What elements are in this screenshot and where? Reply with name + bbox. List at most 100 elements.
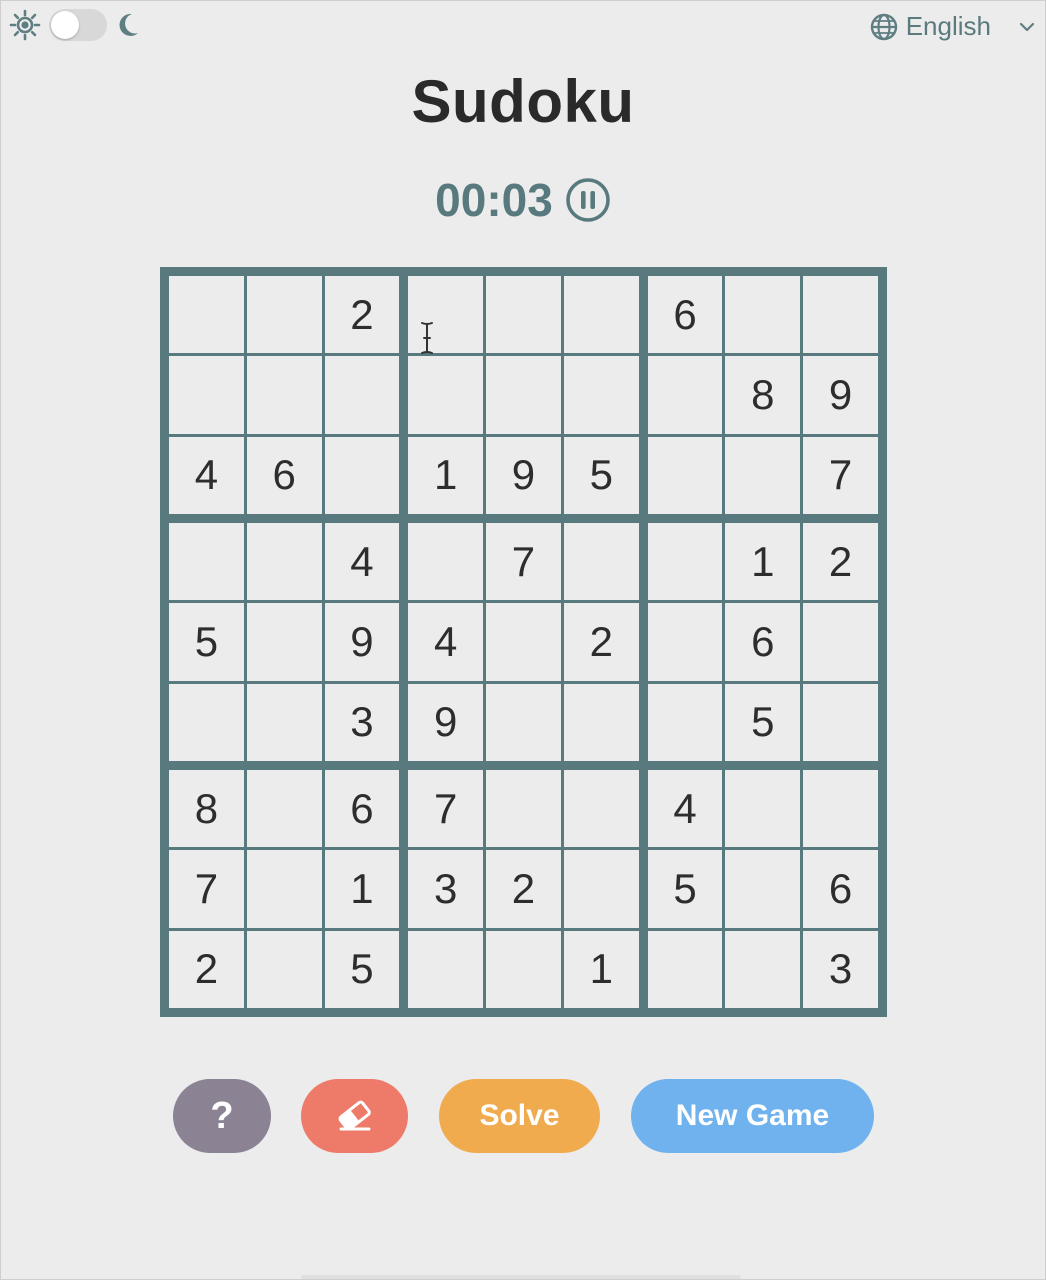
sudoku-cell[interactable] bbox=[169, 276, 244, 354]
sudoku-cell[interactable]: 2 bbox=[486, 850, 561, 928]
sudoku-board: 246195689745937429126586712573214563 bbox=[160, 267, 887, 1017]
sudoku-cell[interactable]: 1 bbox=[408, 436, 484, 514]
sudoku-box: 2 46 bbox=[169, 276, 400, 514]
sudoku-cell[interactable]: 5 bbox=[324, 930, 400, 1008]
sudoku-cell[interactable] bbox=[246, 683, 322, 761]
sudoku-cell[interactable] bbox=[246, 850, 322, 928]
sudoku-cell[interactable] bbox=[408, 356, 484, 434]
sudoku-box: 8 6 7 1 2 5 bbox=[169, 770, 400, 1008]
sudoku-cell[interactable] bbox=[486, 356, 561, 434]
sudoku-cell[interactable]: 9 bbox=[324, 603, 400, 681]
sudoku-cell[interactable]: 2 bbox=[324, 276, 400, 354]
dark-mode-toggle[interactable] bbox=[49, 9, 107, 41]
sudoku-cell[interactable]: 2 bbox=[169, 930, 244, 1008]
sudoku-cell[interactable] bbox=[803, 276, 878, 354]
eraser-icon bbox=[335, 1099, 375, 1133]
sudoku-cell[interactable] bbox=[725, 770, 801, 848]
solve-button[interactable]: Solve bbox=[439, 1079, 600, 1153]
sudoku-cell[interactable]: 1 bbox=[563, 930, 639, 1008]
sudoku-cell[interactable] bbox=[647, 603, 723, 681]
globe-icon bbox=[870, 13, 898, 41]
sudoku-cell[interactable] bbox=[324, 356, 400, 434]
sudoku-cell[interactable]: 3 bbox=[803, 930, 878, 1008]
hint-button[interactable]: ? bbox=[173, 1079, 271, 1153]
sudoku-cell[interactable]: 7 bbox=[803, 436, 878, 514]
timer-value: 00:03 bbox=[435, 174, 553, 226]
sudoku-cell[interactable] bbox=[486, 683, 561, 761]
sudoku-cell[interactable] bbox=[725, 436, 801, 514]
sudoku-cell[interactable]: 4 bbox=[408, 603, 484, 681]
sudoku-cell[interactable] bbox=[246, 770, 322, 848]
sudoku-cell[interactable] bbox=[246, 930, 322, 1008]
hint-button-label: ? bbox=[210, 1094, 234, 1137]
sudoku-cell[interactable]: 4 bbox=[169, 436, 244, 514]
sudoku-cell[interactable] bbox=[647, 523, 723, 601]
sudoku-cell[interactable] bbox=[725, 276, 801, 354]
sudoku-cell[interactable]: 8 bbox=[725, 356, 801, 434]
sudoku-cell[interactable] bbox=[647, 930, 723, 1008]
sudoku-cell[interactable] bbox=[647, 356, 723, 434]
sudoku-cell[interactable]: 7 bbox=[169, 850, 244, 928]
sudoku-cell[interactable] bbox=[246, 356, 322, 434]
sudoku-cell[interactable] bbox=[408, 930, 484, 1008]
language-selector[interactable]: English bbox=[870, 11, 1035, 42]
sudoku-cell[interactable]: 4 bbox=[324, 523, 400, 601]
pause-icon[interactable] bbox=[565, 177, 611, 223]
sudoku-cell[interactable] bbox=[647, 436, 723, 514]
sudoku-cell[interactable] bbox=[803, 770, 878, 848]
sudoku-cell[interactable] bbox=[169, 356, 244, 434]
sudoku-cell[interactable]: 5 bbox=[725, 683, 801, 761]
sudoku-cell[interactable]: 6 bbox=[725, 603, 801, 681]
sudoku-cell[interactable]: 6 bbox=[246, 436, 322, 514]
sudoku-cell[interactable] bbox=[725, 850, 801, 928]
sudoku-cell[interactable]: 7 bbox=[486, 523, 561, 601]
sudoku-cell[interactable] bbox=[563, 523, 639, 601]
sudoku-cell[interactable] bbox=[246, 276, 322, 354]
sudoku-cell[interactable]: 6 bbox=[324, 770, 400, 848]
sudoku-cell[interactable]: 6 bbox=[803, 850, 878, 928]
sudoku-box: 195 bbox=[408, 276, 639, 514]
sudoku-cell[interactable]: 2 bbox=[803, 523, 878, 601]
sudoku-cell[interactable] bbox=[169, 523, 244, 601]
sudoku-cell[interactable]: 9 bbox=[803, 356, 878, 434]
sudoku-cell[interactable]: 3 bbox=[408, 850, 484, 928]
sudoku-cell[interactable] bbox=[408, 523, 484, 601]
sudoku-cell[interactable] bbox=[486, 276, 561, 354]
sudoku-cell[interactable]: 6 bbox=[647, 276, 723, 354]
sudoku-cell[interactable] bbox=[803, 683, 878, 761]
sudoku-cell[interactable]: 8 bbox=[169, 770, 244, 848]
sudoku-cell[interactable]: 4 bbox=[647, 770, 723, 848]
sudoku-cell[interactable]: 9 bbox=[408, 683, 484, 761]
sudoku-cell[interactable] bbox=[563, 276, 639, 354]
sudoku-cell[interactable] bbox=[169, 683, 244, 761]
sudoku-cell[interactable]: 1 bbox=[324, 850, 400, 928]
sudoku-cell[interactable]: 9 bbox=[486, 436, 561, 514]
sudoku-cell[interactable] bbox=[486, 603, 561, 681]
sudoku-box: 74 2 9 bbox=[408, 523, 639, 761]
sudoku-box: 1265 bbox=[647, 523, 878, 761]
sudoku-cell[interactable] bbox=[563, 770, 639, 848]
sudoku-cell[interactable] bbox=[486, 770, 561, 848]
sudoku-cell[interactable] bbox=[563, 850, 639, 928]
sudoku-cell[interactable] bbox=[324, 436, 400, 514]
sudoku-cell[interactable]: 5 bbox=[563, 436, 639, 514]
sudoku-cell[interactable] bbox=[486, 930, 561, 1008]
sudoku-cell[interactable]: 3 bbox=[324, 683, 400, 761]
erase-button[interactable] bbox=[301, 1079, 408, 1153]
sudoku-cell[interactable]: 2 bbox=[563, 603, 639, 681]
sudoku-cell[interactable] bbox=[725, 930, 801, 1008]
sudoku-cell[interactable]: 1 bbox=[725, 523, 801, 601]
sudoku-cell[interactable]: 5 bbox=[647, 850, 723, 928]
sudoku-cell[interactable] bbox=[408, 276, 484, 354]
sudoku-cell[interactable] bbox=[246, 603, 322, 681]
sudoku-cell[interactable] bbox=[563, 356, 639, 434]
sudoku-cell[interactable]: 5 bbox=[169, 603, 244, 681]
sudoku-cell[interactable] bbox=[803, 603, 878, 681]
sudoku-cell[interactable] bbox=[563, 683, 639, 761]
new-game-button[interactable]: New Game bbox=[631, 1079, 874, 1153]
sudoku-cell[interactable] bbox=[246, 523, 322, 601]
sudoku-cell[interactable]: 7 bbox=[408, 770, 484, 848]
sun-icon bbox=[9, 9, 41, 41]
sudoku-app: English Sudoku 00:03 2461956897459374291… bbox=[0, 0, 1046, 1280]
sudoku-cell[interactable] bbox=[647, 683, 723, 761]
